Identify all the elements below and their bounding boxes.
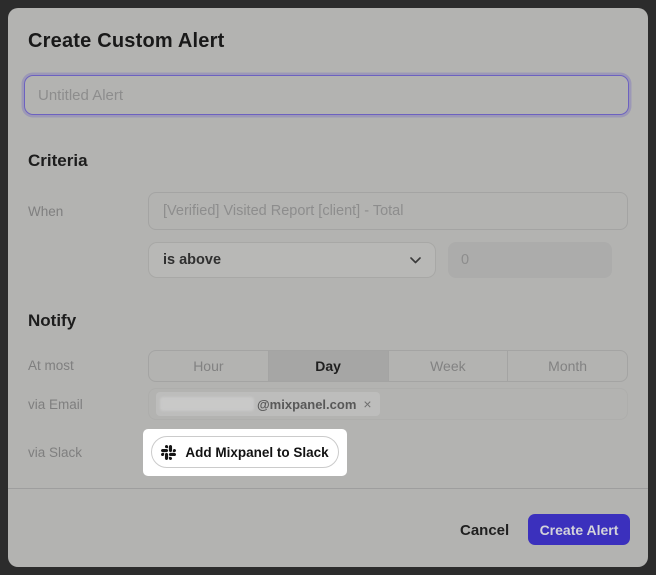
operator-selected-value: is above (163, 252, 221, 268)
chevron-down-icon (410, 257, 421, 264)
frequency-option-hour[interactable]: Hour (149, 351, 268, 381)
frequency-option-day[interactable]: Day (268, 351, 388, 381)
threshold-input[interactable]: 0 (448, 242, 612, 278)
screen-backdrop: Create Custom Alert Criteria When [Verif… (0, 0, 656, 575)
cancel-button[interactable]: Cancel (452, 518, 517, 542)
operator-select[interactable]: is above (148, 242, 436, 278)
frequency-segmented-control: Hour Day Week Month (148, 350, 628, 382)
dialog-title: Create Custom Alert (28, 30, 224, 53)
frequency-option-month[interactable]: Month (507, 351, 627, 381)
via-email-label: via Email (28, 397, 83, 412)
slack-button-spotlight: Add Mixpanel to Slack (143, 429, 347, 476)
alert-name-input[interactable] (24, 75, 629, 115)
at-most-label: At most (28, 358, 74, 373)
threshold-value: 0 (461, 252, 469, 268)
footer-divider (8, 488, 648, 489)
create-custom-alert-dialog: Create Custom Alert Criteria When [Verif… (8, 8, 648, 567)
email-chip: @mixpanel.com × (156, 392, 380, 416)
when-label: When (28, 204, 63, 219)
slack-icon (161, 445, 176, 460)
email-recipients-field[interactable]: @mixpanel.com × (148, 388, 628, 420)
redacted-email-username (160, 397, 254, 411)
via-slack-label: via Slack (28, 445, 82, 460)
notify-heading: Notify (28, 311, 76, 331)
criteria-heading: Criteria (28, 151, 88, 171)
remove-email-icon[interactable]: × (363, 397, 371, 411)
metric-field[interactable]: [Verified] Visited Report [client] - Tot… (148, 192, 628, 230)
slack-button-label: Add Mixpanel to Slack (185, 445, 328, 460)
create-alert-button[interactable]: Create Alert (528, 514, 630, 545)
metric-field-text: [Verified] Visited Report [client] - Tot… (163, 203, 403, 219)
frequency-option-week[interactable]: Week (388, 351, 508, 381)
email-chip-domain: @mixpanel.com (257, 397, 356, 412)
add-mixpanel-to-slack-button[interactable]: Add Mixpanel to Slack (151, 436, 339, 468)
